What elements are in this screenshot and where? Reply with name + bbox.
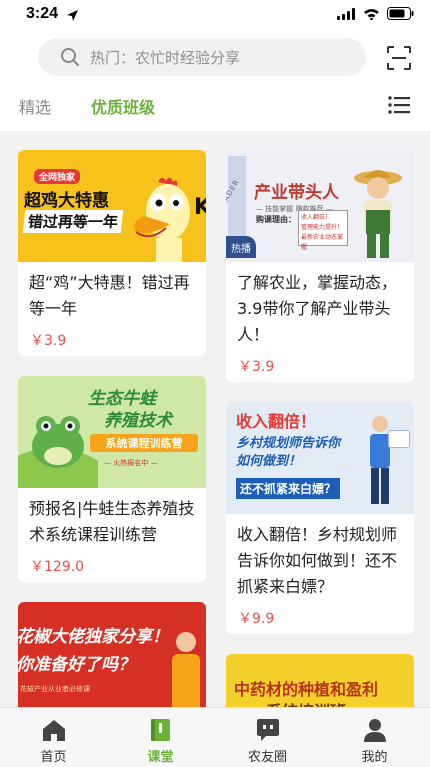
tab-featured[interactable]: 精选 (19, 94, 51, 118)
nav-home[interactable]: 首页 (0, 708, 107, 767)
location-arrow-icon (67, 10, 78, 21)
speaker-illustration (172, 632, 200, 714)
wifi-icon (364, 8, 379, 20)
course-title: 了解农业，掌握动态，3.9带你了解产业带头人！ (237, 273, 398, 344)
course-banner-image: 全网独家 超鸡大特惠 错过再等一年 K (18, 150, 206, 262)
search-input[interactable]: 热门：农忙时经验分享 (38, 38, 366, 76)
banner-line: 乡村规划师告诉你 (236, 436, 341, 451)
course-card[interactable]: 生态牛蛙 养殖技术 系统课程训练营 — 火热报名中 — 预报名|牛蛙生态养殖技术… (18, 376, 206, 582)
course-title: 预报名|牛蛙生态养殖技术系统课程训练营 (29, 499, 195, 544)
reason-line: 最新农业动态掌握 (301, 234, 344, 251)
nav-classroom[interactable]: 课堂 (107, 708, 214, 767)
farmer-illustration (354, 170, 402, 258)
banner-line: 如何做到！ (236, 454, 302, 469)
banner-headline: 花椒大佬独家分享！ (18, 627, 169, 647)
status-time: 3:24 (26, 5, 59, 22)
nav-home-label: 首页 (40, 750, 67, 765)
course-card[interactable]: 全网独家 超鸡大特惠 错过再等一年 K 超“鸡”大特惠！错过再等一年 ￥3.9 (18, 150, 206, 356)
course-banner-image: 生态牛蛙 养殖技术 系统课程训练营 — 火热报名中 — (18, 376, 206, 488)
course-title: 收入翻倍！乡村规划师告诉你如何做到！还不抓紧来白嫖？ (237, 525, 398, 596)
banner-cta: 还不抓紧来白嫖？ (236, 478, 341, 499)
search-icon (61, 48, 79, 66)
banner-reason-box: 收入翻倍！ 管理能力提升！ 最新农业动态掌握 (298, 210, 348, 251)
planner-illustration (370, 416, 390, 504)
search-placeholder: 热门：农忙时经验分享 (90, 48, 241, 67)
nav-classroom-label: 课堂 (147, 750, 174, 765)
status-bar: 3:24 (0, 0, 430, 30)
banner-box-title: 购课理由： (256, 215, 296, 224)
course-price: ￥3.9 (238, 359, 275, 375)
profile-icon (363, 719, 386, 742)
battery-icon (387, 7, 414, 20)
reason-line: 管理能力提升！ (301, 224, 344, 231)
nav-profile[interactable]: 我的 (321, 708, 428, 767)
course-price: ￥129.0 (30, 559, 85, 575)
signal-icon (337, 7, 355, 20)
home-icon (42, 720, 65, 741)
chart-card-icon (388, 430, 410, 448)
course-banner-image: ONE LEADER 产业带头人 — 技能掌握 赚款推荐 — 购课理由： 收入翻… (226, 150, 414, 262)
banner-subline: 你准备好了吗？ (18, 655, 135, 675)
nav-community-label: 农友圈 (247, 750, 287, 765)
nav-profile-label: 我的 (361, 750, 388, 765)
banner-tag: 全网独家 (34, 169, 81, 184)
classroom-icon (150, 719, 170, 741)
rubber-chicken-illustration (134, 177, 190, 262)
course-banner-image: 花椒大佬独家分享！ 你准备好了吗？ 花椒产业从业者必修课 (18, 602, 206, 714)
chat-icon (256, 719, 279, 741)
banner-headline: 收入翻倍！ (236, 412, 317, 431)
banner-hot-label: — 火热报名中 — (104, 459, 158, 467)
banner-corner-letter: K (194, 195, 206, 220)
banner-headline: 产业带头人 (254, 183, 339, 203)
banner-subline: 养殖技术 (104, 411, 172, 431)
tab-quality-classes[interactable]: 优质班级 (91, 94, 155, 118)
course-card[interactable]: ONE LEADER 产业带头人 — 技能掌握 赚款推荐 — 购课理由： 收入翻… (226, 150, 414, 382)
banner-small: 花椒产业从业者必修课 (20, 685, 90, 693)
course-card[interactable]: 收入翻倍！ 乡村规划师告诉你 如何做到！ 还不抓紧来白嫖？ 收入翻倍！乡村规划师… (226, 402, 414, 634)
course-price: ￥3.9 (30, 333, 67, 349)
course-banner-image: 收入翻倍！ 乡村规划师告诉你 如何做到！ 还不抓紧来白嫖？ (226, 402, 414, 514)
category-tabs: 精选 优质班级 (0, 82, 430, 131)
nav-community[interactable]: 农友圈 (214, 708, 321, 767)
banner-headline: 中药材的种植和盈利 (234, 680, 379, 699)
bottom-navigation: 首页 课堂 农友圈 我的 (0, 707, 430, 767)
banner-subline: 错过再等一年 (22, 210, 124, 233)
course-price: ￥9.9 (238, 611, 275, 627)
hot-badge: 热播 (226, 236, 256, 258)
search-header: 热门：农忙时经验分享 (0, 30, 430, 82)
scan-icon[interactable] (386, 45, 412, 71)
reason-line: 收入翻倍！ (301, 214, 332, 221)
banner-headline: 超鸡大特惠 (24, 191, 109, 211)
course-title: 超“鸡”大特惠！错过再等一年 (29, 273, 190, 318)
list-menu-icon[interactable] (388, 95, 410, 115)
banner-ribbon: 系统课程训练营 (90, 434, 198, 452)
